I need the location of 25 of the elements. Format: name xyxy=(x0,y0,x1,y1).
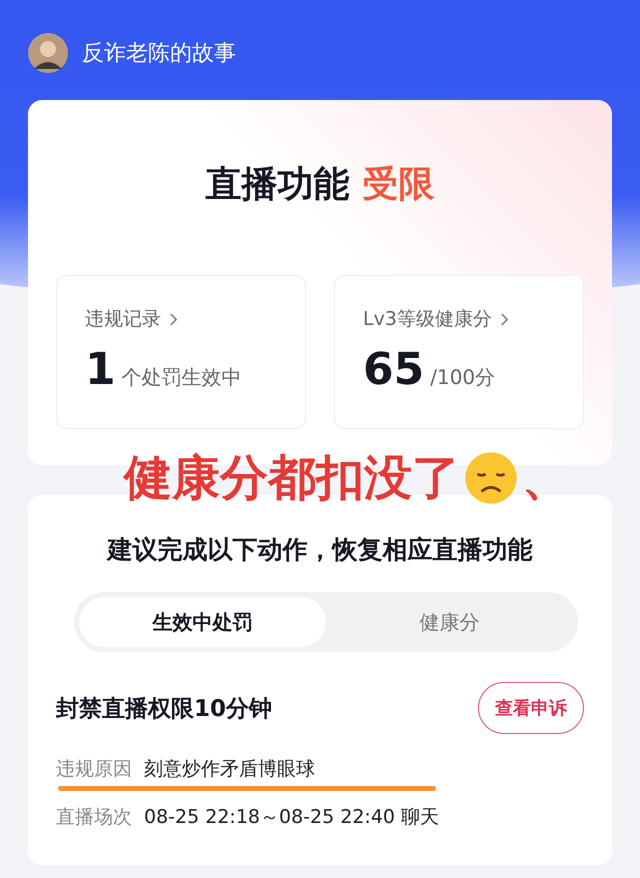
chevron-icon xyxy=(500,312,509,326)
status-title: 直播功能 受限 xyxy=(204,163,436,207)
annotation-text: 健康分都扣没了 xyxy=(124,449,460,508)
instruction-text: 建议完成以下动作，恢复相应直播功能 xyxy=(105,534,534,566)
stat-card[interactable]: Lv3等级健康分 65/100分 xyxy=(334,275,584,429)
detail-value: 08-25 22:18～08-25 22:40 聊天 xyxy=(144,805,440,830)
tab[interactable]: 生效中处罚 xyxy=(79,597,326,647)
stat-unit: /100分 xyxy=(430,364,496,391)
stat-card[interactable]: 违规记录 1 个处罚生效中 xyxy=(56,275,306,429)
chevron-icon xyxy=(169,312,178,326)
sad-face-icon xyxy=(464,451,518,505)
avatar-icon[interactable] xyxy=(28,33,68,73)
stat-unit: 个处罚生效中 xyxy=(122,364,242,391)
stat-label: Lv3等级健康分 xyxy=(363,307,492,332)
detail-label: 直播场次 xyxy=(56,805,132,830)
appeal-button[interactable]: 查看申诉 xyxy=(478,682,584,734)
annotation-mark: 、 xyxy=(522,449,570,508)
stat-label: 违规记录 xyxy=(85,307,161,332)
penalty-title: 封禁直播权限10分钟 xyxy=(56,694,272,724)
stat-value: 65 xyxy=(363,344,424,395)
stat-value: 1 xyxy=(85,344,116,395)
account-name: 反诈老陈的故事 xyxy=(82,40,236,68)
tab[interactable]: 健康分 xyxy=(326,597,573,647)
detail-label: 违规原因 xyxy=(56,757,132,782)
detail-value: 刻意炒作矛盾博眼球 xyxy=(144,757,315,782)
